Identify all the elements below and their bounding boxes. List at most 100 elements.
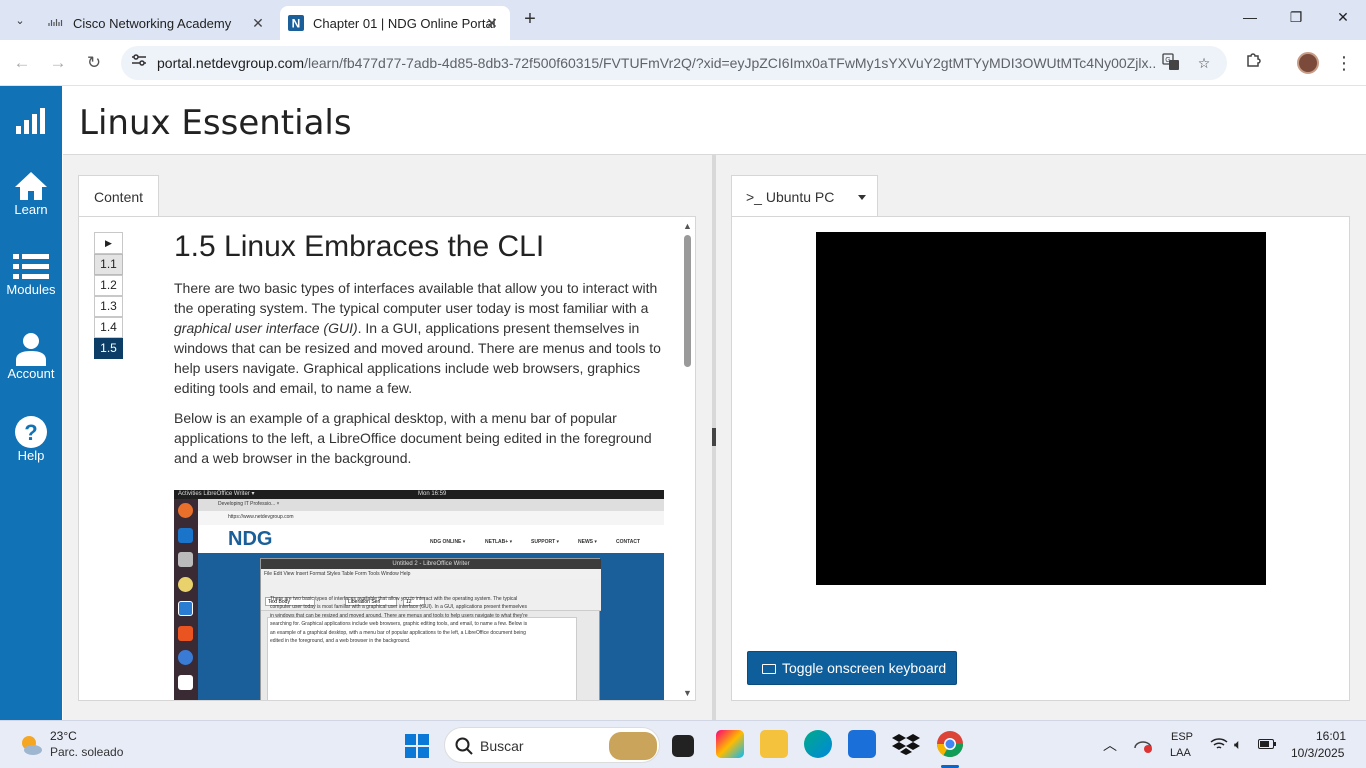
section-link-1-2[interactable]: 1.2 [94, 275, 123, 296]
browser-tab-strip: ⌄ Cisco Networking Academy ✕ N Chapter 0… [0, 0, 1366, 40]
sidebar-item-learn[interactable]: Learn [0, 170, 62, 217]
browser-toolbar: ← → ↻ portal.netdevgroup.com/learn/fb477… [0, 40, 1366, 86]
battery-icon[interactable] [1258, 739, 1276, 752]
search-icon [455, 737, 473, 755]
section-link-1-4[interactable]: 1.4 [94, 317, 123, 338]
sidebar-item-label: Modules [6, 282, 56, 297]
ndg-favicon-icon: N [288, 15, 304, 31]
clock-date[interactable]: 10/3/2025 [1291, 746, 1344, 760]
wifi-icon[interactable] [1210, 737, 1228, 754]
svg-text:G: G [1165, 57, 1170, 64]
restore-icon[interactable]: ❐ [1284, 9, 1308, 31]
edge-icon[interactable] [804, 730, 832, 758]
scroll-down-icon[interactable]: ▼ [683, 688, 692, 698]
task-view-icon[interactable] [672, 735, 694, 757]
site-info-icon[interactable] [129, 53, 149, 73]
tab-title: Chapter 01 | NDG Online Portal [313, 15, 496, 31]
sidebar-item-account[interactable]: Account [0, 332, 62, 381]
close-tab-icon[interactable]: ✕ [250, 15, 266, 31]
address-bar[interactable]: portal.netdevgroup.com/learn/fb477d77-7a… [121, 46, 1227, 80]
sidebar-item-label: Help [17, 448, 45, 463]
page-title: Linux Essentials [79, 103, 352, 143]
scroll-up-icon[interactable]: ▲ [683, 221, 692, 231]
tab-cisco-networking-academy[interactable]: Cisco Networking Academy ✕ [40, 6, 276, 40]
section-nav: ▶ 1.1 1.2 1.3 1.4 1.5 [94, 232, 123, 359]
tab-ubuntu-pc[interactable]: >_ Ubuntu PC [731, 175, 878, 217]
help-icon [178, 650, 193, 665]
paragraph-gui: There are two basic types of interfaces … [174, 280, 661, 396]
graphical-desktop-figure: Activities LibreOffice Writer ▾ Mon 16:5… [174, 490, 664, 700]
tab-label: >_ Ubuntu PC [746, 189, 835, 205]
reload-icon[interactable]: ↻ [82, 51, 106, 75]
show-hidden-icons[interactable]: ︿ [1103, 735, 1117, 755]
caret-down-icon[interactable] [858, 195, 866, 200]
expand-toc-button[interactable]: ▶ [94, 232, 123, 254]
tab-title: Cisco Networking Academy [73, 15, 232, 31]
store-icon[interactable] [848, 730, 876, 758]
volume-icon[interactable]: 🔈︎ [1234, 736, 1242, 753]
section-link-1-3[interactable]: 1.3 [94, 296, 123, 317]
url-text: portal.netdevgroup.com/learn/fb477d77-7a… [157, 55, 1157, 71]
keyboard-layout[interactable]: LAA [1170, 747, 1191, 759]
section-link-1-1[interactable]: 1.1 [94, 254, 123, 275]
chrome-menu-icon[interactable]: ⋮ [1332, 51, 1356, 75]
extensions-icon[interactable] [1242, 51, 1266, 75]
svg-text:N: N [292, 17, 301, 31]
copilot-icon[interactable] [716, 730, 744, 758]
files-icon [178, 552, 193, 567]
sidebar-item-help[interactable]: ? Help [0, 416, 62, 463]
paragraph-example: Below is an example of a graphical deskt… [174, 410, 652, 466]
toggle-keyboard-button[interactable]: Toggle onscreen keyboard [747, 651, 957, 685]
content-scrollbar[interactable]: ▲ ▼ [681, 218, 694, 700]
software-icon [178, 626, 193, 641]
profile-avatar[interactable] [1297, 52, 1319, 74]
tab-content[interactable]: Content [78, 175, 159, 217]
sidebar-item-label: Account [7, 366, 55, 381]
close-tab-icon[interactable]: ✕ [484, 15, 500, 31]
search-highlight-image [609, 732, 657, 760]
signal-bars-icon [16, 108, 45, 134]
network-alert-icon[interactable] [1133, 736, 1153, 757]
svg-text:?: ? [24, 420, 37, 445]
back-icon[interactable]: ← [10, 51, 34, 75]
tab-ndg-online-portal[interactable]: N Chapter 01 | NDG Online Portal ✕ [280, 6, 510, 40]
figure-dock [174, 499, 198, 700]
firefox-icon [178, 503, 193, 518]
file-explorer-icon[interactable] [760, 730, 788, 758]
lesson-content: 1.5 Linux Embraces the CLI There are two… [174, 230, 664, 478]
weather-temperature[interactable]: 23°C [50, 729, 77, 743]
weather-description[interactable]: Parc. soleado [50, 745, 123, 759]
clock-time[interactable]: 16:01 [1316, 729, 1346, 743]
input-language[interactable]: ESP [1171, 731, 1193, 743]
window-close-icon[interactable]: ✕ [1331, 9, 1355, 31]
vm-console-screen[interactable] [816, 232, 1266, 585]
keyboard-icon [762, 664, 776, 674]
translate-icon[interactable]: G [1161, 53, 1181, 73]
partly-sunny-icon[interactable] [19, 733, 43, 757]
button-label: Toggle onscreen keyboard [782, 660, 947, 676]
windows-logo-icon [405, 734, 429, 758]
windows-taskbar: 23°C Parc. soleado Buscar ︿ ESP LAA 🔈︎ 1… [0, 720, 1366, 768]
user-icon [16, 333, 46, 366]
sidebar-item-label: Learn [14, 202, 48, 217]
amazon-icon [178, 675, 193, 690]
section-link-1-5[interactable]: 1.5 [94, 338, 123, 359]
cisco-favicon-icon [48, 15, 64, 31]
sidebar-item-dashboard[interactable] [0, 108, 62, 134]
scroll-thumb[interactable] [684, 235, 691, 367]
sidebar-item-modules[interactable]: Modules [0, 252, 62, 297]
chrome-taskbar-icon[interactable] [936, 730, 964, 758]
start-button[interactable] [405, 734, 429, 758]
minimize-icon[interactable]: — [1238, 9, 1262, 31]
help-icon: ? [15, 416, 47, 448]
new-tab-button[interactable]: + [518, 8, 542, 32]
figure-document-text: There are two basic types of interfaces … [270, 596, 528, 645]
taskbar-search[interactable]: Buscar [444, 727, 660, 763]
dropbox-icon[interactable] [892, 730, 920, 758]
app-sidebar: Learn Modules Account ? Help [0, 86, 62, 720]
forward-icon[interactable]: → [46, 51, 70, 75]
tab-search-button[interactable]: ⌄ [7, 7, 33, 33]
bookmark-star-icon[interactable]: ☆ [1194, 53, 1214, 73]
rhythmbox-icon [178, 577, 193, 592]
writer-icon [178, 601, 193, 616]
